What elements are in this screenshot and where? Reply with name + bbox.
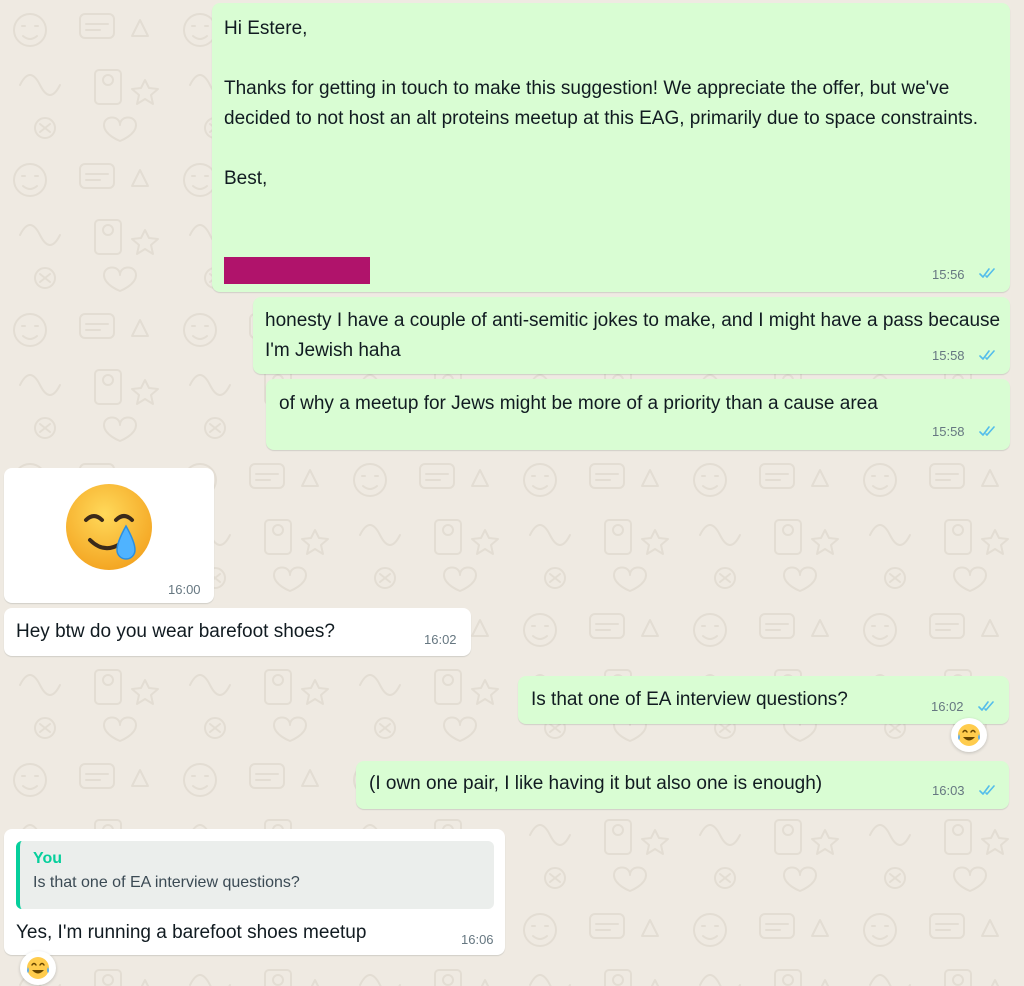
message-bubble-incoming[interactable]: 16:00 [4,468,214,603]
message-timestamp: 16:02 [424,632,457,647]
double-check-read-icon [979,268,995,278]
message-text: Hey btw do you wear barefoot shoes? [16,621,335,642]
redacted-signature-block [224,257,370,284]
message-timestamp: 16:02 [931,699,964,714]
message-bubble-outgoing[interactable]: honesty I have a couple of anti-semitic … [253,297,1010,374]
message-bubble-outgoing[interactable]: Hi Estere, Thanks for getting in touch t… [212,3,1010,292]
message-timestamp: 15:58 [932,348,965,363]
message-text: Hi Estere, Thanks for getting in touch t… [224,18,979,189]
message-text: (I own one pair, I like having it but al… [369,773,823,794]
message-text: Yes, I'm running a barefoot shoes meetup [16,922,367,943]
message-timestamp: 16:00 [168,582,201,597]
reaction-badge[interactable] [951,718,987,752]
message-timestamp: 15:58 [932,424,965,439]
message-text: honesty I have a couple of anti-semitic … [265,310,1006,361]
double-check-read-icon [979,426,995,436]
face-with-tears-of-joy-icon [958,724,980,746]
message-bubble-outgoing[interactable]: Is that one of EA interview questions? 1… [518,676,1009,724]
face-with-tears-of-joy-icon [27,957,49,979]
message-text: Is that one of EA interview questions? [531,689,848,710]
message-timestamp: 15:56 [932,267,965,282]
message-bubble-outgoing[interactable]: of why a meetup for Jews might be more o… [266,379,1010,450]
message-timestamp: 16:03 [932,783,965,798]
quoted-message[interactable]: You Is that one of EA interview question… [16,841,494,909]
message-bubble-outgoing[interactable]: (I own one pair, I like having it but al… [356,761,1009,809]
double-check-read-icon [978,701,994,711]
quoted-message-author: You [33,850,63,867]
quoted-message-text: Is that one of EA interview questions? [33,874,300,891]
message-bubble-incoming[interactable]: Hey btw do you wear barefoot shoes? 16:0… [4,608,471,656]
double-check-read-icon [979,785,995,795]
double-check-read-icon [979,350,995,360]
smiling-face-with-tear-icon [64,482,154,572]
message-bubble-incoming[interactable]: You Is that one of EA interview question… [4,829,505,955]
message-timestamp: 16:06 [461,932,494,947]
message-text: of why a meetup for Jews might be more o… [279,393,878,414]
reaction-badge[interactable] [20,951,56,985]
